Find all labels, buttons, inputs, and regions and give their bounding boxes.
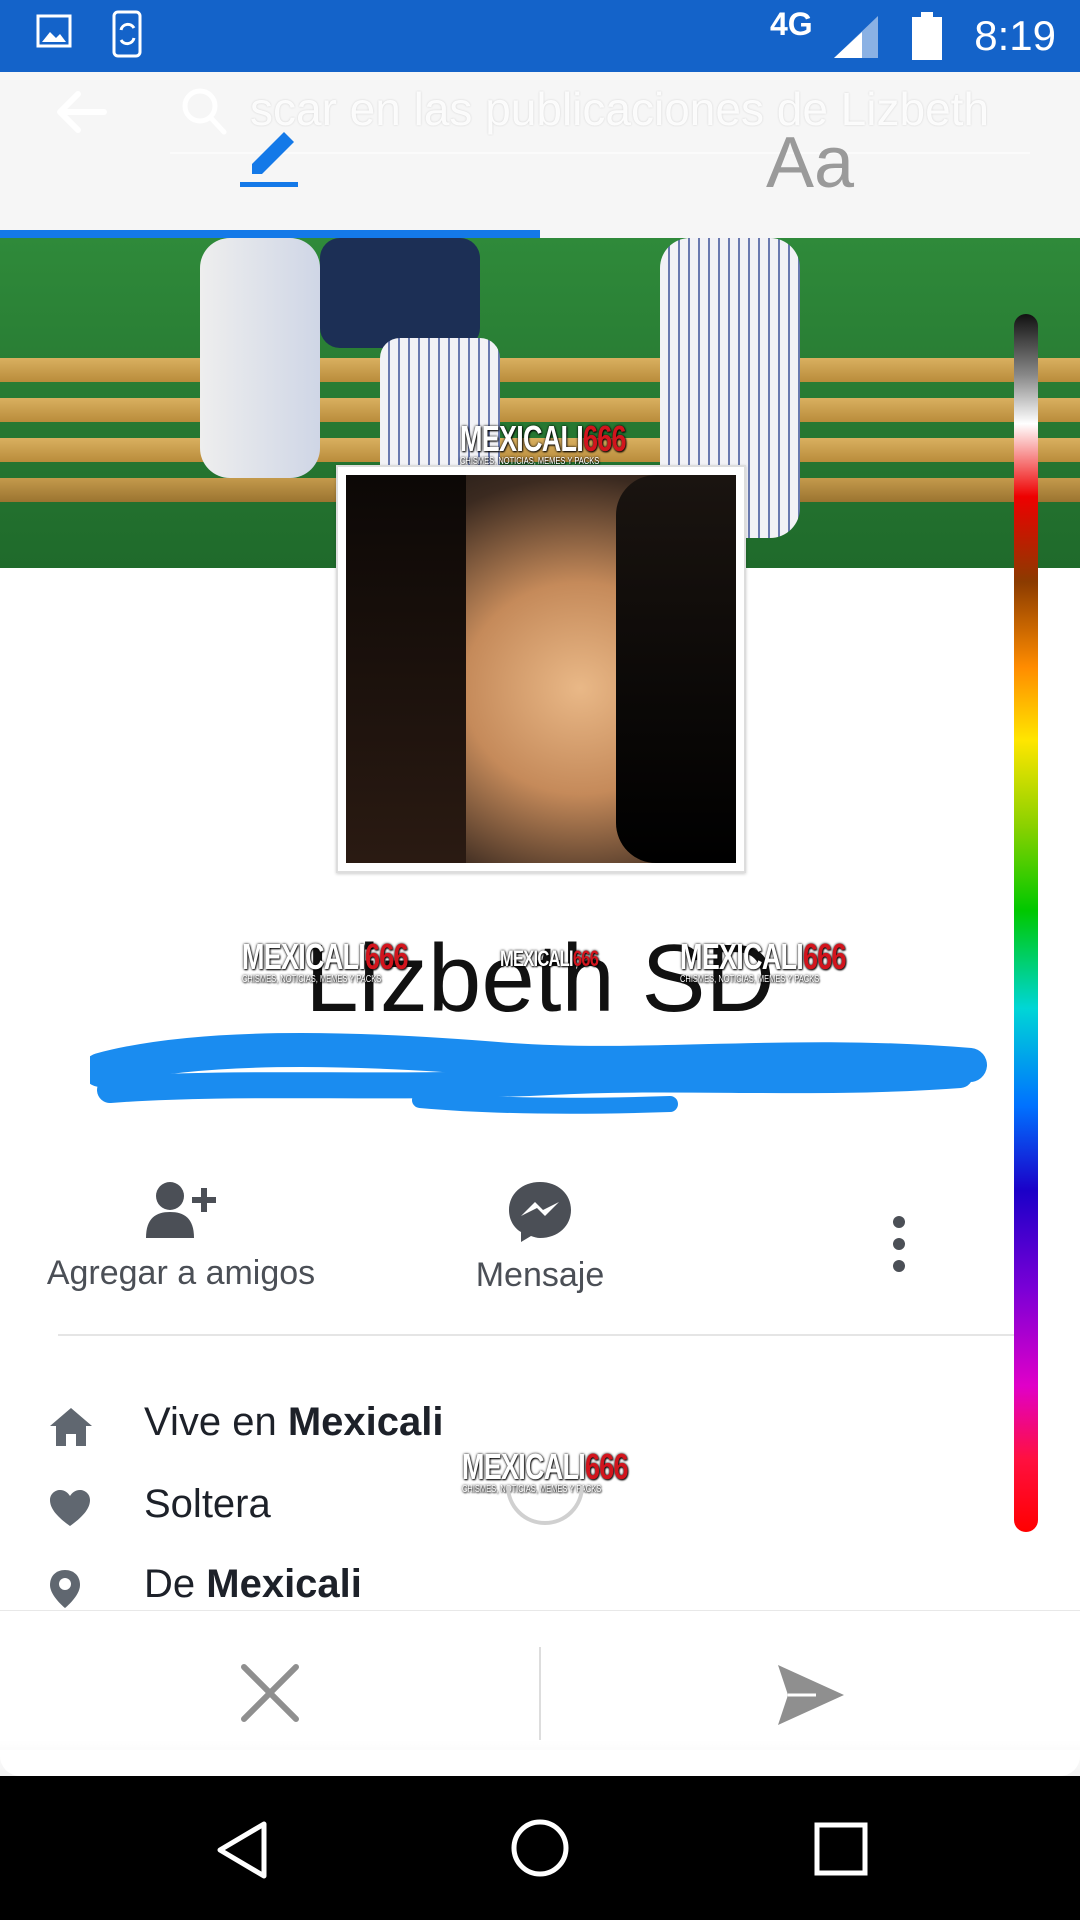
tab-indicator <box>0 230 540 238</box>
profile-photo-image <box>346 475 736 863</box>
messenger-icon <box>509 1182 571 1242</box>
profile-name: Lizbeth SD <box>305 925 775 1032</box>
watermark-brand-number: 666 <box>583 418 627 459</box>
home-icon <box>50 1408 92 1446</box>
cover-bench <box>0 358 1080 382</box>
info-lives-text: Vive en Mexicali <box>144 1400 443 1445</box>
gallery-icon <box>36 14 72 48</box>
send-icon[interactable] <box>776 1663 846 1727</box>
watermark-brand-number: 666 <box>585 1446 629 1487</box>
heart-icon <box>50 1490 90 1526</box>
watermark-logo: MEXICALI666 CHISMES, NOTICIAS, MEMES Y P… <box>460 418 627 467</box>
phone-sync-icon <box>112 10 142 58</box>
tab-text[interactable]: Aa <box>766 122 854 204</box>
add-friend-button[interactable]: Agregar a amigos <box>36 1180 326 1293</box>
nav-recents-icon[interactable] <box>814 1822 868 1876</box>
hair-shape <box>346 475 466 863</box>
info-relationship-text: Soltera <box>144 1482 271 1526</box>
search-icon[interactable] <box>180 86 228 136</box>
pencil-icon[interactable] <box>238 124 304 190</box>
color-picker-slider[interactable] <box>1014 314 1038 1532</box>
info-lives-city[interactable]: Mexicali <box>288 1400 444 1444</box>
search-input[interactable]: scar en las publicaciones de Lizbeth <box>250 82 989 136</box>
cover-figure <box>200 238 320 478</box>
fur-shape <box>616 475 736 863</box>
location-pin-icon <box>50 1570 80 1608</box>
back-arrow-icon[interactable] <box>52 88 108 136</box>
network-type: 4G <box>770 6 813 42</box>
info-from-prefix: De <box>144 1562 207 1606</box>
info-from-text: De Mexicali <box>144 1562 362 1607</box>
watermark-brand-number: 666 <box>572 946 599 971</box>
header-bar: scar en las publicaciones de Lizbeth Aa <box>0 72 1080 238</box>
watermark-brand: MEXICALI <box>500 946 574 971</box>
battery-icon <box>912 12 942 60</box>
cover-figure <box>320 238 480 348</box>
redaction-scribble <box>90 1033 987 1114</box>
signal-icon <box>834 16 878 58</box>
loading-spinner-icon <box>506 1485 584 1525</box>
nav-home-icon[interactable] <box>510 1818 570 1878</box>
clock: 8:19 <box>974 12 1056 59</box>
message-button[interactable]: Mensaje <box>440 1180 640 1295</box>
sheet-bottom-edge <box>0 1750 1080 1776</box>
message-label: Mensaje <box>475 1256 605 1294</box>
watermark-brand: MEXICALI <box>242 936 366 977</box>
info-lives-prefix: Vive en <box>144 1400 288 1444</box>
android-nav-bar <box>0 1750 1080 1920</box>
section-divider <box>58 1334 1018 1336</box>
add-friend-icon <box>146 1182 216 1238</box>
add-friend-label: Agregar a amigos <box>46 1254 316 1292</box>
profile-picture[interactable] <box>336 465 746 873</box>
info-from-city[interactable]: Mexicali <box>206 1562 362 1606</box>
watermark-brand: MEXICALI <box>680 936 804 977</box>
more-options-icon[interactable] <box>890 1216 908 1272</box>
watermark-logo: MEXICALI666 <box>500 946 599 972</box>
watermark-logo: MEXICALI666 CHISMES, NOTICIAS, MEMES Y P… <box>680 936 847 985</box>
close-icon[interactable] <box>238 1661 302 1725</box>
watermark-brand: MEXICALI <box>460 418 584 459</box>
watermark-logo: MEXICALI666 CHISMES, NOTICIAS, MEMES Y P… <box>242 936 409 985</box>
nav-back-icon[interactable] <box>214 1820 270 1880</box>
watermark-brand-number: 666 <box>803 936 847 977</box>
status-bar: 4G 8:19 <box>0 0 1080 72</box>
watermark-brand-number: 666 <box>365 936 409 977</box>
